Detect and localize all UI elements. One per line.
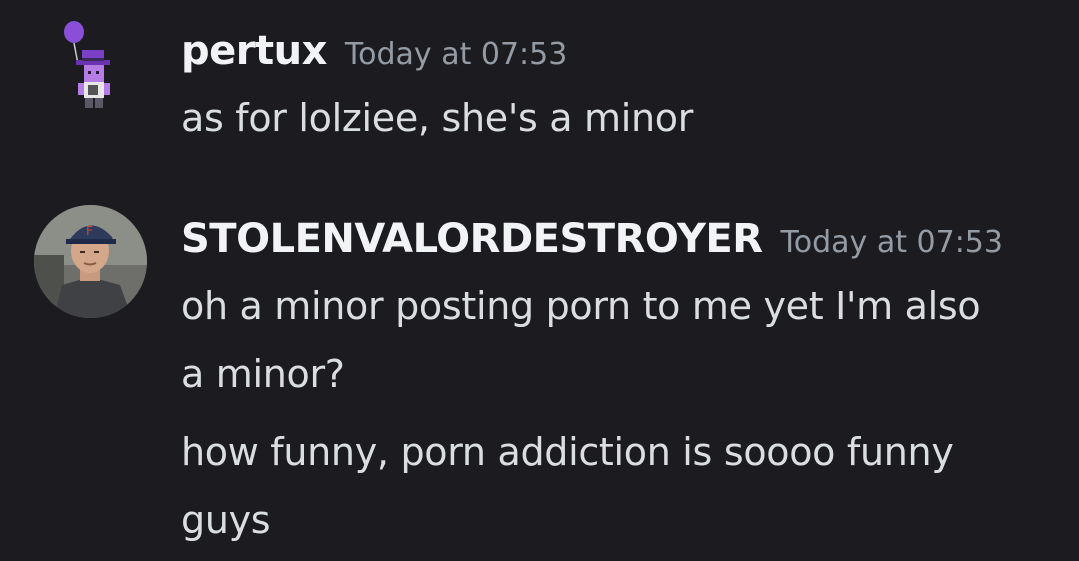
message-text: oh a minor posting porn to me yet I'm al… — [181, 272, 981, 408]
message-header: pertux Today at 07:53 — [181, 28, 567, 74]
message-line: as for lolziee, she's a minor — [181, 96, 694, 140]
svg-text:F: F — [86, 224, 93, 238]
message-line: how funny, porn addiction is soooo funny… — [181, 430, 954, 542]
message-text: how funny, porn addiction is soooo funny… — [181, 418, 1051, 554]
username[interactable]: pertux — [181, 28, 327, 74]
message-header: STOLENVALORDESTROYER Today at 07:53 — [181, 216, 1003, 262]
user-photo-avatar-icon[interactable]: F — [34, 205, 147, 318]
pixel-character-avatar-icon[interactable] — [58, 20, 118, 110]
timestamp[interactable]: Today at 07:53 — [345, 37, 567, 72]
timestamp[interactable]: Today at 07:53 — [781, 225, 1003, 260]
username[interactable]: STOLENVALORDESTROYER — [181, 216, 763, 262]
message-line: oh a minor posting porn to me yet I'm al… — [181, 284, 981, 396]
chat-message-list: pertux Today at 07:53 as for lolziee, she… — [0, 0, 1079, 561]
message-text: as for lolziee, she's a minor — [181, 84, 1051, 152]
